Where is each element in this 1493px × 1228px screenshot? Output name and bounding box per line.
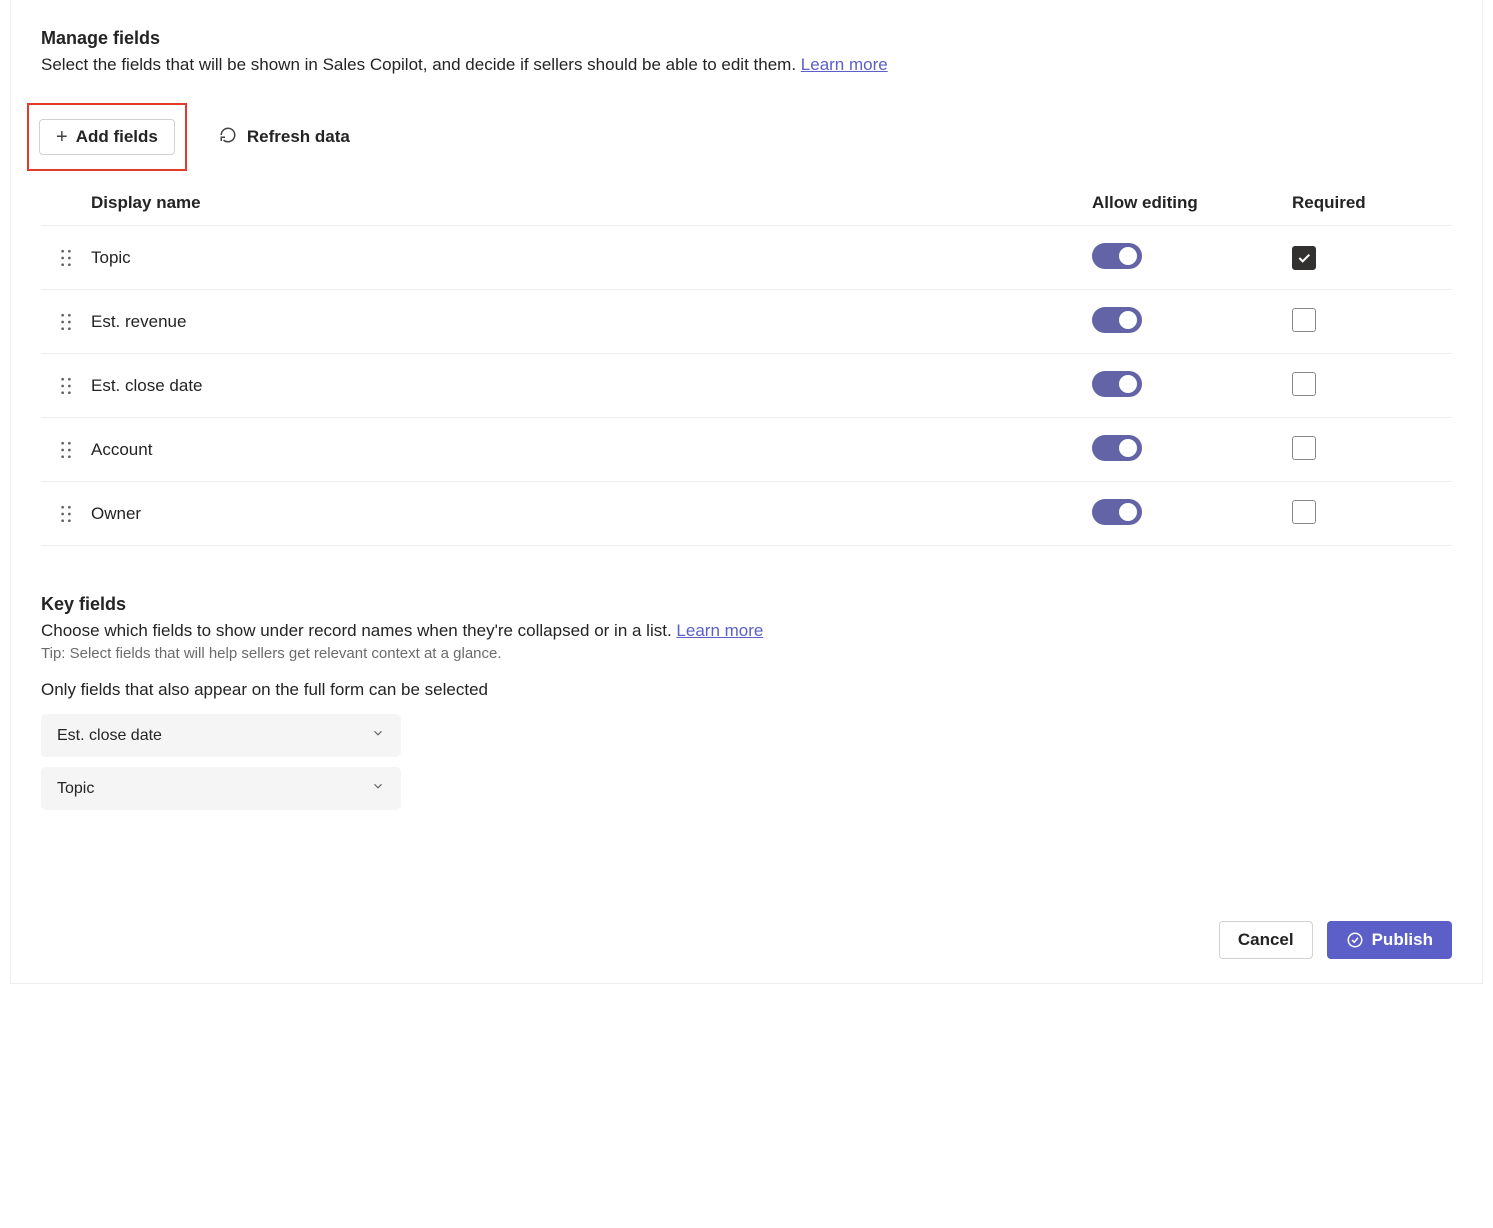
plus-icon: + xyxy=(56,127,68,147)
select-value: Est. close date xyxy=(57,727,162,745)
learn-more-link[interactable]: Learn more xyxy=(801,55,888,74)
key-fields-description: Choose which fields to show under record… xyxy=(41,621,1452,641)
table-row: Account xyxy=(41,418,1452,482)
key-field-select-1[interactable]: Est. close date xyxy=(41,714,401,757)
publish-button[interactable]: Publish xyxy=(1327,921,1452,959)
key-desc-text: Choose which fields to show under record… xyxy=(41,621,676,640)
drag-handle-icon[interactable] xyxy=(41,249,91,267)
allow-editing-toggle[interactable] xyxy=(1092,499,1142,525)
chevron-down-icon xyxy=(371,726,385,745)
refresh-label: Refresh data xyxy=(247,127,350,147)
key-fields-tip: Tip: Select fields that will help seller… xyxy=(41,645,1452,662)
col-display-name: Display name xyxy=(91,193,1092,213)
description-text: Select the fields that will be shown in … xyxy=(41,55,801,74)
allow-editing-toggle[interactable] xyxy=(1092,371,1142,397)
table-row: Est. close date xyxy=(41,354,1452,418)
drag-handle-icon[interactable] xyxy=(41,505,91,523)
drag-handle-icon[interactable] xyxy=(41,377,91,395)
required-checkbox[interactable] xyxy=(1292,246,1316,270)
refresh-data-button[interactable]: Refresh data xyxy=(215,119,354,156)
cancel-button[interactable]: Cancel xyxy=(1219,921,1313,959)
fields-table: Display name Allow editing Required Topi… xyxy=(41,185,1452,546)
refresh-icon xyxy=(219,126,237,149)
col-required: Required xyxy=(1292,193,1452,213)
drag-handle-icon[interactable] xyxy=(41,441,91,459)
table-header: Display name Allow editing Required xyxy=(41,185,1452,226)
select-value: Topic xyxy=(57,780,94,798)
add-fields-highlight: + Add fields xyxy=(27,103,187,171)
key-fields-section: Key fields Choose which fields to show u… xyxy=(41,594,1452,810)
manage-fields-title: Manage fields xyxy=(41,28,1452,49)
drag-handle-icon[interactable] xyxy=(41,313,91,331)
required-checkbox[interactable] xyxy=(1292,500,1316,524)
check-circle-icon xyxy=(1346,931,1364,949)
allow-editing-toggle[interactable] xyxy=(1092,243,1142,269)
publish-label: Publish xyxy=(1372,930,1433,950)
add-fields-button[interactable]: + Add fields xyxy=(39,119,175,155)
key-fields-title: Key fields xyxy=(41,594,1452,615)
allow-editing-toggle[interactable] xyxy=(1092,307,1142,333)
field-name: Account xyxy=(91,440,1092,460)
table-row: Owner xyxy=(41,482,1452,546)
toolbar: + Add fields Refresh data xyxy=(41,103,1452,171)
table-row: Est. revenue xyxy=(41,290,1452,354)
required-checkbox[interactable] xyxy=(1292,436,1316,460)
key-fields-note: Only fields that also appear on the full… xyxy=(41,680,1452,700)
required-checkbox[interactable] xyxy=(1292,372,1316,396)
key-learn-more-link[interactable]: Learn more xyxy=(676,621,763,640)
table-row: Topic xyxy=(41,226,1452,290)
required-checkbox[interactable] xyxy=(1292,308,1316,332)
field-name: Owner xyxy=(91,504,1092,524)
field-name: Est. revenue xyxy=(91,312,1092,332)
add-fields-label: Add fields xyxy=(76,127,158,147)
footer-actions: Cancel Publish xyxy=(1219,921,1452,959)
allow-editing-toggle[interactable] xyxy=(1092,435,1142,461)
key-field-select-2[interactable]: Topic xyxy=(41,767,401,810)
chevron-down-icon xyxy=(371,779,385,798)
manage-fields-description: Select the fields that will be shown in … xyxy=(41,55,1452,75)
field-name: Est. close date xyxy=(91,376,1092,396)
col-allow-editing: Allow editing xyxy=(1092,193,1292,213)
field-name: Topic xyxy=(91,248,1092,268)
